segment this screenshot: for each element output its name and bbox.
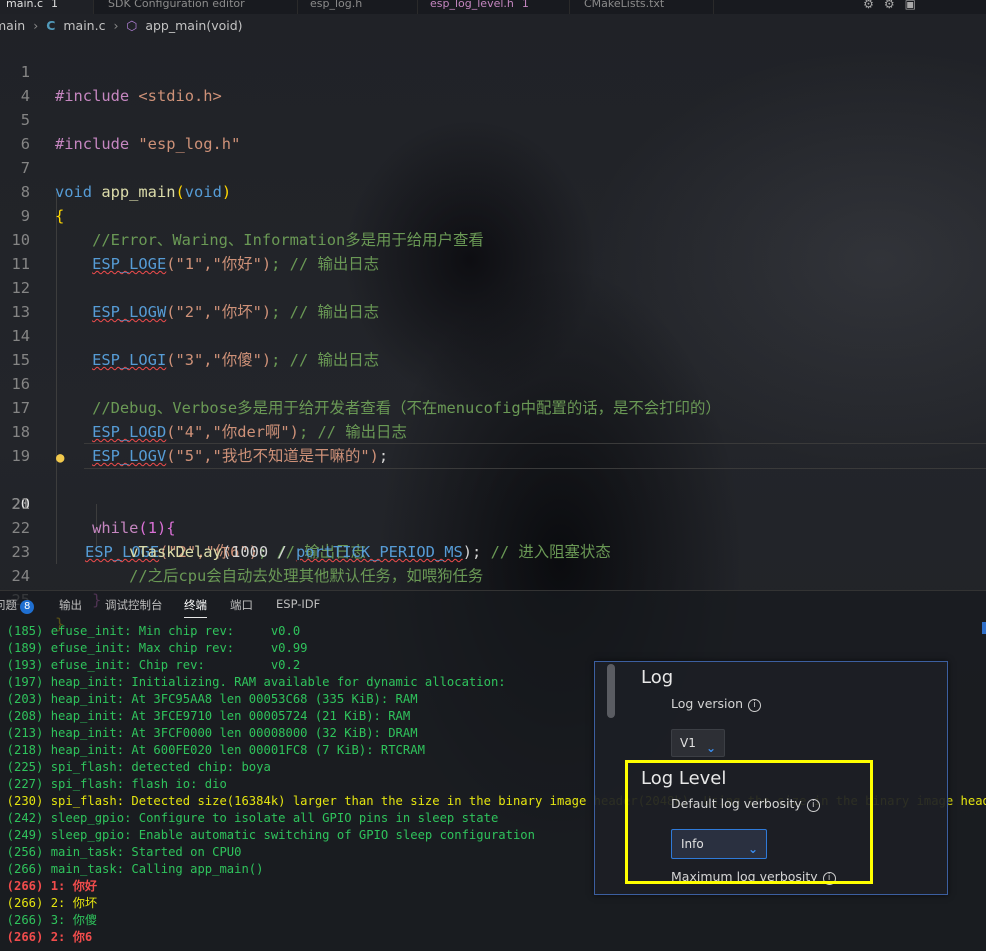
tab-label: SDK Configuration editor — [108, 0, 245, 10]
c-file-icon: C — [46, 18, 56, 33]
tab-label: esp_log.h — [310, 0, 363, 10]
tab-esp-log-level-h[interactable]: esp_log_level.h 1 — [420, 0, 570, 14]
dirty-indicator: 1 — [521, 0, 529, 10]
terminal-line: I (266) main_task: Calling app_main() — [0, 862, 264, 876]
breadcrumb-symbol[interactable]: app_main(void) — [145, 18, 242, 33]
code-line[interactable]: 17 ESP_LOGD("4","你der啊"); // 输出日志 — [0, 372, 986, 441]
code-line[interactable]: 24 } — [0, 540, 986, 609]
lightbulb-icon[interactable]: ● — [56, 446, 64, 470]
code-line[interactable]: 4 — [0, 60, 986, 105]
terminal-line: I (266) 3: 你傻 — [0, 913, 98, 927]
tab-label: main.c — [6, 0, 44, 10]
code-line[interactable]: 6 — [0, 108, 986, 153]
tab-esp-idf[interactable]: ESP-IDF — [276, 597, 320, 611]
chevron-right-icon: › — [33, 18, 39, 33]
gear-icon[interactable]: ⚙ — [884, 0, 905, 11]
code-line[interactable]: 1 #include <stdio.h> — [0, 36, 986, 105]
terminal-line: I (203) heap_init: At 3FC95AA8 len 00053… — [0, 692, 418, 706]
yellow-highlight-box — [625, 760, 873, 884]
tab-label: CMakeLists.txt — [584, 0, 665, 10]
code-line[interactable]: 12 ESP_LOGW("2","你坏"); // 输出日志 — [0, 252, 986, 321]
terminal-line: E (266) 1: 你好 — [0, 879, 98, 893]
breadcrumb-file[interactable]: main.c — [63, 18, 105, 33]
chevron-down-icon: ⌄ — [705, 741, 716, 755]
tab-main-c[interactable]: main.c 1 — [0, 0, 94, 14]
tab-debug-console[interactable]: 调试控制台 — [105, 597, 163, 613]
scrollbar-marker[interactable] — [982, 622, 986, 634]
code-line[interactable]: 23 //之后cpu会自动去处理其他默认任务，如喂狗任务 — [0, 516, 986, 585]
code-line[interactable]: 8 { — [0, 156, 986, 225]
code-line[interactable]: 9 //Error、Waring、Information多是用于给用户查看 — [0, 180, 986, 249]
breadcrumb-folder[interactable]: main — [0, 18, 25, 33]
log-version-select[interactable]: V1 ⌄ — [671, 729, 725, 757]
editor-tab-bar: main.c 1 SDK Configuration editor esp_log… — [0, 0, 986, 14]
chevron-right-icon: › — [113, 18, 119, 33]
code-line[interactable]: 22 vTaskDelay(1000 / portTICK_PERIOD_MS)… — [0, 492, 986, 561]
split-editor-icon[interactable]: ▣ — [905, 0, 926, 11]
terminal-line: I (242) sleep_gpio: Configure to isolate… — [0, 811, 499, 825]
problems-count-badge: 8 — [20, 600, 35, 614]
label-text: Log version — [671, 696, 744, 711]
settings-icon[interactable]: ⚙ — [863, 0, 884, 11]
info-icon[interactable]: i — [748, 699, 762, 712]
terminal-line: I (249) sleep_gpio: Enable automatic swi… — [0, 828, 535, 842]
tab-esp-log-h[interactable]: esp_log.h — [300, 0, 418, 14]
code-line[interactable]: 25 } — [0, 564, 986, 633]
log-version-label: Log version i — [671, 696, 762, 712]
code-line[interactable]: 19 — [0, 420, 986, 465]
code-line[interactable]: 21 while(1){ — [0, 468, 986, 537]
terminal-line: I (208) heap_init: At 3FCE9710 len 00005… — [0, 709, 411, 723]
code-line[interactable]: 11 — [0, 228, 986, 273]
code-line[interactable]: 15 — [0, 324, 986, 369]
scrollbar-thumb[interactable] — [607, 664, 615, 718]
tab-sdk-config[interactable]: SDK Configuration editor — [98, 0, 298, 14]
code-line[interactable]: 16 //Debug、Verbose多是用于给开发者查看（不在menucofig… — [0, 348, 986, 417]
code-line-current[interactable]: 20 ● ESP_LOGE("2","你6"); // 输出日志 — [0, 443, 986, 561]
code-line[interactable]: 5 #include "esp_log.h" — [0, 84, 986, 153]
terminal-line: I (213) heap_init: At 3FCF0000 len 00008… — [0, 726, 418, 740]
terminal-line: I (218) heap_init: At 600FE020 len 00001… — [0, 743, 425, 757]
terminal-line: I (227) spi_flash: flash io: dio — [0, 777, 227, 791]
code-line[interactable]: 14 ESP_LOGI("3","你傻"); // 输出日志 — [0, 300, 986, 369]
section-title-log: Log — [641, 667, 674, 688]
terminal-line: I (189) efuse_init: Max chip rev: v0.99 — [0, 641, 308, 655]
code-editor[interactable]: 1 #include <stdio.h> 4 5 #include "esp_l… — [0, 36, 986, 633]
code-line[interactable]: 18 ESP_LOGV("5","我也不知道是干嘛的"); — [0, 396, 986, 465]
tab-problems[interactable]: 问题8 — [0, 597, 35, 614]
tab-terminal[interactable]: 终端 — [184, 597, 207, 618]
terminal-line: I (225) spi_flash: detected chip: boya — [0, 760, 271, 774]
function-cube-icon: ⬡ — [126, 18, 138, 33]
editor-actions: ⚙⚙▣ — [863, 0, 926, 11]
terminal-line: I (193) efuse_init: Chip rev: v0.2 — [0, 658, 301, 672]
tab-label: esp_log_level.h — [430, 0, 514, 10]
tab-ports[interactable]: 端口 — [230, 597, 253, 613]
dirty-indicator: 1 — [51, 0, 59, 10]
code-line[interactable]: 13 — [0, 276, 986, 321]
terminal-line: E (266) 2: 你6 — [0, 930, 93, 944]
terminal-line: I (256) main_task: Started on CPU0 — [0, 845, 242, 859]
tab-cmakelists[interactable]: CMakeLists.txt — [574, 0, 714, 14]
terminal-line: I (185) efuse_init: Min chip rev: v0.0 — [0, 624, 301, 638]
terminal-line: W (266) 2: 你坏 — [0, 896, 98, 910]
tab-output[interactable]: 输出 — [59, 597, 82, 613]
select-value: V1 — [680, 736, 696, 750]
code-line[interactable]: 7 void app_main(void) — [0, 132, 986, 201]
code-line[interactable]: 10 ESP_LOGE("1","你好"); // 输出日志 — [0, 204, 986, 273]
breadcrumb: main › C main.c › ⬡ app_main(void) — [0, 16, 247, 36]
tab-label: 问题 — [0, 598, 17, 612]
current-line-highlight — [84, 443, 986, 469]
terminal-line: I (197) heap_init: Initializing. RAM ava… — [0, 675, 506, 689]
